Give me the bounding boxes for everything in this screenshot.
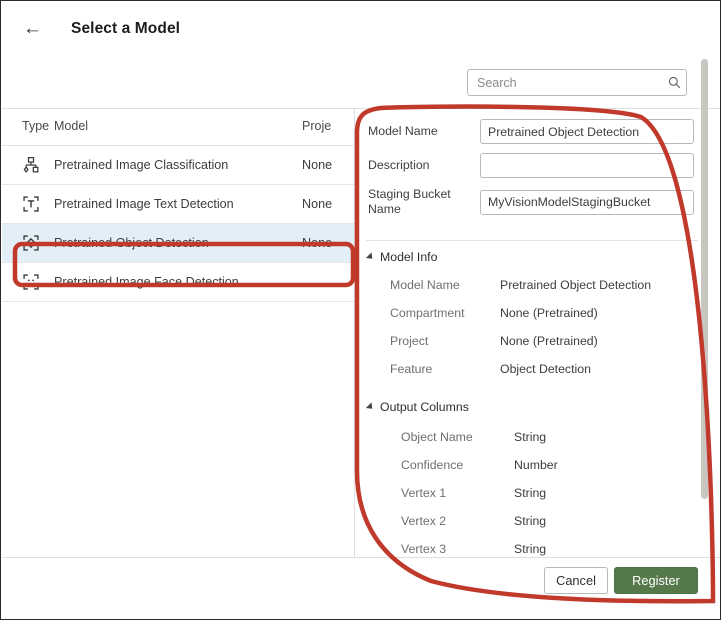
dialog-header: ← Select a Model: [1, 1, 720, 56]
page-title: Select a Model: [71, 20, 180, 38]
model-info-title: Model Info: [380, 250, 437, 264]
image-classification-icon: [2, 146, 54, 185]
cancel-button[interactable]: Cancel: [544, 567, 608, 594]
output-column-name: Vertex 1: [368, 486, 500, 500]
output-column-row: Vertex 1 String: [368, 480, 698, 506]
registration-form: Model Name Description Staging Bucket Na…: [358, 109, 708, 234]
info-value: Object Detection: [500, 362, 591, 376]
model-name-cell: Pretrained Image Classification: [54, 146, 302, 185]
dialog-footer: Cancel Register: [2, 558, 720, 619]
info-key: Model Name: [368, 278, 500, 292]
model-info-header[interactable]: Model Info: [368, 250, 698, 264]
form-row-model-name: Model Name: [368, 119, 694, 144]
output-columns-header[interactable]: Output Columns: [368, 400, 698, 414]
project-cell: None: [302, 146, 354, 185]
info-key: Compartment: [368, 306, 500, 320]
output-column-name: Vertex 2: [368, 514, 500, 528]
table-row-selected[interactable]: Pretrained Object Detection None: [2, 224, 354, 263]
description-field[interactable]: [480, 153, 694, 178]
table-header-row: Type Model Proje: [2, 109, 354, 146]
info-key: Feature: [368, 362, 500, 376]
search-input[interactable]: [468, 70, 662, 95]
info-row: Feature Object Detection: [368, 356, 698, 382]
project-cell: None: [302, 224, 354, 263]
column-header-project[interactable]: Proje: [302, 109, 354, 146]
info-row: Project None (Pretrained): [368, 328, 698, 354]
info-row: Model Name Pretrained Object Detection: [368, 272, 698, 298]
project-cell: None: [302, 185, 354, 224]
model-name-field[interactable]: [480, 119, 694, 144]
model-name-cell: Pretrained Image Face Detection: [54, 263, 302, 302]
output-column-row: Vertex 2 String: [368, 508, 698, 534]
output-column-type: String: [500, 486, 546, 500]
info-key: Project: [368, 334, 500, 348]
column-header-model[interactable]: Model: [54, 109, 302, 146]
model-detail-panel: Model Name Description Staging Bucket Na…: [358, 109, 708, 557]
image-text-detection-icon: [2, 185, 54, 224]
chevron-down-icon: [366, 402, 375, 411]
output-column-name: Object Name: [368, 430, 500, 444]
form-row-staging-bucket: Staging Bucket Name: [368, 187, 694, 217]
output-column-row: Confidence Number: [368, 452, 698, 478]
chevron-down-icon: [366, 252, 375, 261]
project-cell: [302, 263, 354, 302]
output-column-name: Confidence: [368, 458, 500, 472]
face-detection-icon: [2, 263, 54, 302]
info-row: Compartment None (Pretrained): [368, 300, 698, 326]
table-row[interactable]: Pretrained Image Text Detection None: [2, 185, 354, 224]
search-icon[interactable]: [662, 76, 686, 89]
staging-bucket-field[interactable]: [480, 190, 694, 215]
output-column-type: Number: [500, 458, 558, 472]
info-value: None (Pretrained): [500, 306, 598, 320]
object-detection-icon: [2, 224, 54, 263]
output-columns-section: Output Columns Object Name String Confid…: [358, 384, 708, 557]
info-value: None (Pretrained): [500, 334, 598, 348]
select-model-dialog: ← Select a Model Type Model Proje: [0, 0, 721, 620]
output-column-type: String: [500, 430, 546, 444]
description-label: Description: [368, 158, 480, 173]
model-name-cell: Pretrained Object Detection: [54, 224, 302, 263]
output-column-row: Object Name String: [368, 424, 698, 450]
output-column-type: String: [500, 542, 546, 556]
model-table: Type Model Proje: [2, 109, 354, 557]
staging-bucket-label: Staging Bucket Name: [368, 187, 480, 217]
output-columns-title: Output Columns: [380, 400, 469, 414]
column-header-type[interactable]: Type: [2, 109, 54, 146]
model-table-body: Pretrained Image Classification None: [2, 146, 354, 302]
panel-divider: [354, 109, 355, 557]
register-button[interactable]: Register: [614, 567, 698, 594]
search-box[interactable]: [467, 69, 687, 96]
table-row[interactable]: Pretrained Image Face Detection: [2, 263, 354, 302]
output-column-row: Vertex 3 String: [368, 536, 698, 557]
model-name-label: Model Name: [368, 124, 480, 139]
info-value: Pretrained Object Detection: [500, 278, 651, 292]
output-column-name: Vertex 3: [368, 542, 500, 556]
form-row-description: Description: [368, 153, 694, 178]
output-column-type: String: [500, 514, 546, 528]
detail-panel-scrollbar[interactable]: [701, 59, 708, 499]
arrow-left-icon[interactable]: ←: [23, 19, 49, 38]
model-info-section: Model Info Model Name Pretrained Object …: [358, 241, 708, 382]
table-row[interactable]: Pretrained Image Classification None: [2, 146, 354, 185]
model-name-cell: Pretrained Image Text Detection: [54, 185, 302, 224]
